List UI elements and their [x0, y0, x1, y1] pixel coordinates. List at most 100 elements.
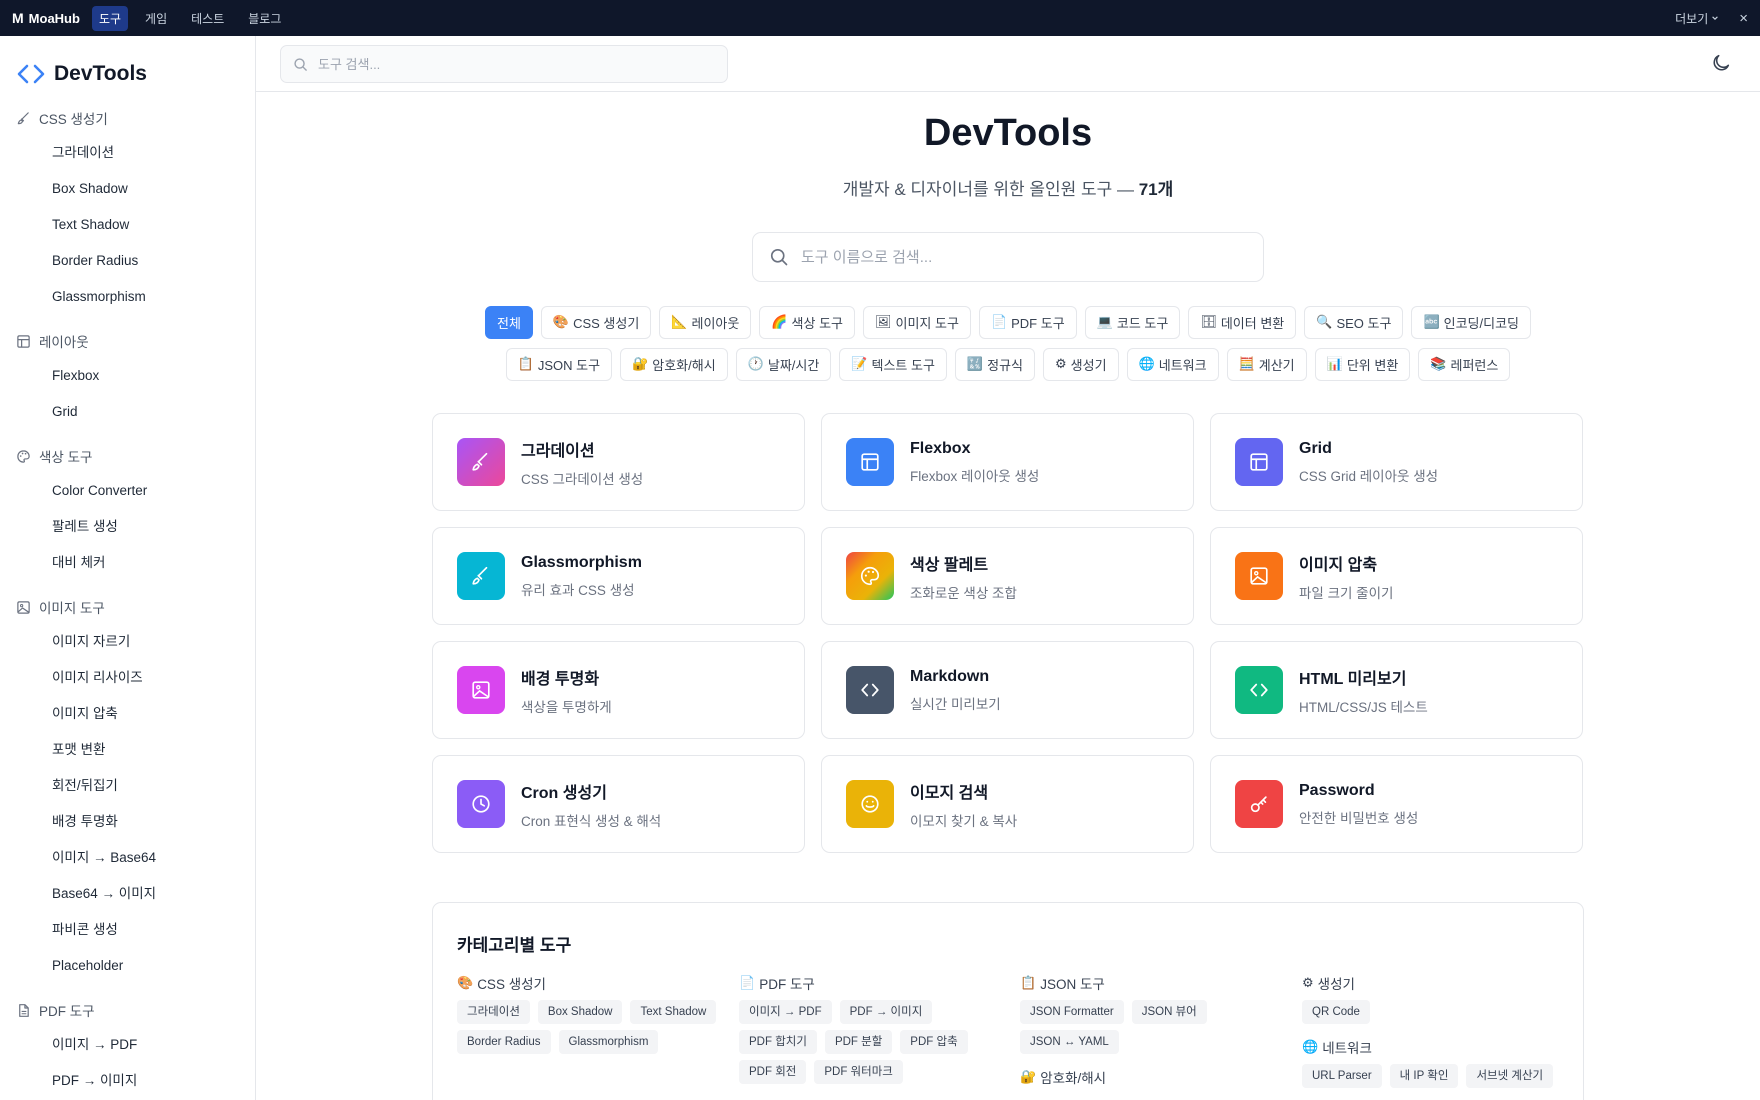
sidebar-item-contrast-checker[interactable]: 대비 체커: [0, 545, 255, 581]
tool-tag-link[interactable]: PDF 회전: [739, 1060, 807, 1084]
more-label: 더보기: [1675, 11, 1709, 26]
header-search[interactable]: [280, 45, 728, 83]
category-chip[interactable]: 💻 코드 도구: [1084, 306, 1181, 339]
tool-tag-link[interactable]: QR Code: [1302, 1000, 1370, 1024]
more-menu-button[interactable]: 더보기: [1675, 10, 1719, 27]
category-chip[interactable]: 🖼 이미지 도구: [863, 306, 971, 339]
tool-tag-link[interactable]: 서브넷 계산기: [1466, 1064, 1554, 1088]
sidebar-heading-layout[interactable]: 레이아웃: [0, 324, 255, 358]
sidebar-heading-image[interactable]: 이미지 도구: [0, 590, 255, 624]
category-group-label: 암호화/해시: [1040, 1071, 1107, 1086]
tool-card[interactable]: 이모지 검색 이모지 찾기 & 복사: [821, 755, 1194, 853]
category-chip[interactable]: 🔍 SEO 도구: [1304, 306, 1404, 339]
sidebar-item-image-to-pdf[interactable]: 이미지 → PDF: [0, 1027, 255, 1063]
sidebar-item-grid[interactable]: Grid: [0, 394, 255, 430]
sidebar-item-color-converter[interactable]: Color Converter: [0, 473, 255, 509]
category-chip[interactable]: 🔐 암호화/해시: [620, 348, 728, 381]
tool-card[interactable]: HTML 미리보기 HTML/CSS/JS 테스트: [1210, 641, 1583, 739]
moon-icon[interactable]: [1710, 52, 1732, 74]
tool-tag-link[interactable]: PDF 합치기: [739, 1030, 817, 1054]
tool-tag-link[interactable]: PDF → 이미지: [839, 1000, 933, 1024]
nav-link-blog[interactable]: 블로그: [241, 6, 288, 31]
paintbrush-icon: [17, 111, 29, 124]
category-chip[interactable]: 🌐 네트워크: [1126, 348, 1219, 381]
sidebar-item-text-shadow[interactable]: Text Shadow: [0, 207, 255, 243]
tool-card[interactable]: 그라데이션 CSS 그라데이션 생성: [432, 413, 805, 511]
tool-tag-link[interactable]: JSON ↔ YAML: [1020, 1030, 1119, 1054]
tool-tag-link[interactable]: PDF 분할: [824, 1030, 893, 1054]
nav-link-games[interactable]: 게임: [138, 6, 174, 31]
sidebar-item-placeholder[interactable]: Placeholder: [0, 948, 255, 984]
category-chip[interactable]: 📚 레퍼런스: [1418, 348, 1511, 381]
sidebar-item-border-radius[interactable]: Border Radius: [0, 243, 255, 279]
category-column: 📋 JSON 도구 JSON Formatter JSON 뷰어 JSON ↔ YAML…: [1020, 974, 1290, 1100]
tool-tag-link[interactable]: Box Shadow: [537, 1000, 623, 1024]
tool-tag-link[interactable]: 그라데이션: [457, 1000, 530, 1024]
brand-link[interactable]: M MoaHub: [12, 10, 80, 26]
sidebar-item-format-convert[interactable]: 포맷 변환: [0, 732, 255, 768]
tool-search[interactable]: [752, 232, 1264, 282]
tool-card[interactable]: Markdown 실시간 미리보기: [821, 641, 1194, 739]
category-chip[interactable]: 📄 PDF 도구: [978, 306, 1077, 339]
sidebar-item-rotate-flip[interactable]: 회전/뒤집기: [0, 768, 255, 804]
sidebar-item-base64-to-image[interactable]: Base64 → 이미지: [0, 876, 255, 912]
tool-tag-link[interactable]: JSON 뷰어: [1131, 1000, 1207, 1024]
tool-tag-link[interactable]: JSON Formatter: [1020, 1000, 1124, 1024]
category-chip[interactable]: 📐 레이아웃: [659, 306, 752, 339]
tool-tag-link[interactable]: Text Shadow: [630, 1000, 717, 1024]
category-chip[interactable]: 🕐 날짜/시간: [735, 348, 832, 381]
category-chip[interactable]: ⚙ 생성기: [1043, 348, 1119, 381]
tool-tag-link[interactable]: URL Parser: [1302, 1064, 1382, 1088]
category-chip[interactable]: 📋 JSON 도구: [505, 348, 613, 381]
tool-card[interactable]: 색상 팔레트 조화로운 색상 조합: [821, 527, 1194, 625]
sidebar-item-bg-transparent[interactable]: 배경 투명화: [0, 804, 255, 840]
sidebar-item-box-shadow[interactable]: Box Shadow: [0, 171, 255, 207]
tool-card[interactable]: Grid CSS Grid 레이아웃 생성: [1210, 413, 1583, 511]
tool-card[interactable]: Cron 생성기 Cron 표현식 생성 & 해석: [432, 755, 805, 853]
tool-tag-link[interactable]: Border Radius: [457, 1030, 551, 1054]
nav-link-tests[interactable]: 테스트: [184, 6, 231, 31]
category-group-label: 네트워크: [1322, 1041, 1372, 1056]
tool-tag-link[interactable]: 내 IP 확인: [1389, 1064, 1459, 1088]
sidebar-item-favicon[interactable]: 파비콘 생성: [0, 912, 255, 948]
tool-tag-link[interactable]: Glassmorphism: [558, 1030, 659, 1054]
sidebar-item-glassmorphism[interactable]: Glassmorphism: [0, 279, 255, 315]
tool-card[interactable]: Glassmorphism 유리 효과 CSS 생성: [432, 527, 805, 625]
category-chip[interactable]: 🔣 정규식: [954, 348, 1035, 381]
sidebar-item-image-compress[interactable]: 이미지 압축: [0, 696, 255, 732]
category-group-label: JSON 도구: [1040, 977, 1105, 992]
chevron-down-icon: [1712, 16, 1719, 20]
sidebar-item-flexbox[interactable]: Flexbox: [0, 358, 255, 394]
category-chip[interactable]: 📝 텍스트 도구: [839, 348, 947, 381]
category-chip[interactable]: 전체: [484, 306, 533, 339]
nav-link-tools[interactable]: 도구: [91, 5, 129, 31]
header-search-input[interactable]: [318, 56, 698, 72]
sidebar-item-image-resize[interactable]: 이미지 리사이즈: [0, 660, 255, 696]
tool-card[interactable]: Flexbox Flexbox 레이아웃 생성: [821, 413, 1194, 511]
category-chip[interactable]: 🔤 인코딩/디코딩: [1411, 306, 1531, 339]
tool-card[interactable]: 배경 투명화 색상을 투명하게: [432, 641, 805, 739]
category-chip[interactable]: 🧮 계산기: [1226, 348, 1307, 381]
tool-tag-link[interactable]: 이미지 → PDF: [739, 1000, 832, 1024]
category-chip[interactable]: 🎨 CSS 생성기: [540, 306, 652, 339]
sidebar-item-palette[interactable]: 팔레트 생성: [0, 509, 255, 545]
sidebar-item-pdf-to-image[interactable]: PDF → 이미지: [0, 1063, 255, 1099]
sidebar-item-image-crop[interactable]: 이미지 자르기: [0, 624, 255, 660]
sidebar-logo[interactable]: DevTools: [0, 36, 255, 92]
tool-tag-link[interactable]: PDF 워터마크: [814, 1060, 903, 1084]
sidebar-item-image-to-base64[interactable]: 이미지 → Base64: [0, 840, 255, 876]
category-chip[interactable]: 📊 단위 변환: [1314, 348, 1411, 381]
category-column: 🎨 CSS 생성기 그라데이션 Box Shadow Text Shadow Border…: [457, 974, 727, 1068]
category-chip[interactable]: 🗄 데이터 변환: [1188, 306, 1297, 339]
close-button[interactable]: ×: [1739, 10, 1748, 27]
tool-search-input[interactable]: [801, 248, 1241, 266]
sidebar-heading-css[interactable]: CSS 생성기: [0, 101, 255, 135]
category-chip[interactable]: 🌈 색상 도구: [759, 306, 855, 339]
tool-card[interactable]: 이미지 압축 파일 크기 줄이기: [1210, 527, 1583, 625]
sidebar-heading-pdf[interactable]: PDF 도구: [0, 993, 255, 1027]
sidebar-heading-color[interactable]: 색상 도구: [0, 439, 255, 473]
sidebar-item-gradient[interactable]: 그라데이션: [0, 135, 255, 171]
tool-card[interactable]: Password 안전한 비밀번호 생성: [1210, 755, 1583, 853]
tool-tag-link[interactable]: PDF 압축: [900, 1030, 968, 1054]
page-subtitle: 개발자 & 디자이너를 위한 올인원 도구 — 71개: [256, 175, 1760, 200]
